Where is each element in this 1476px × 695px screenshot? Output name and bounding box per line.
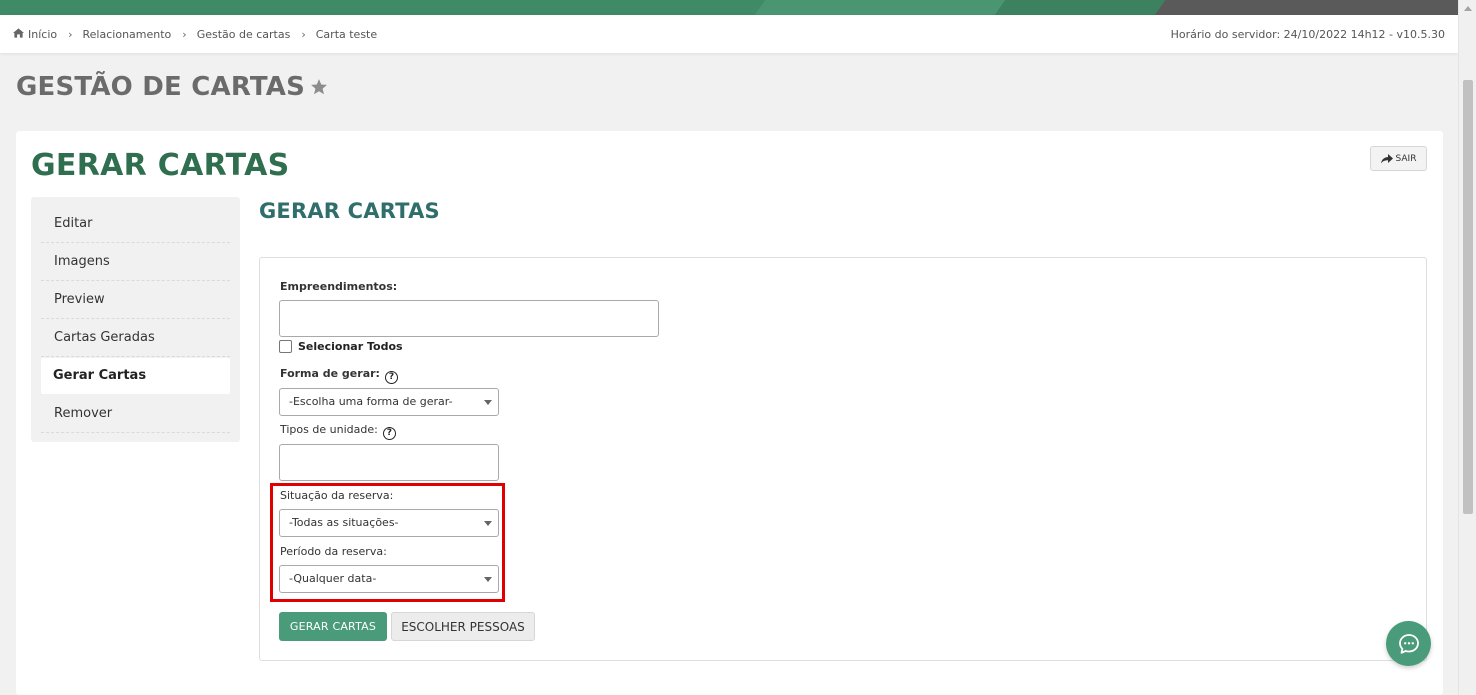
home-icon <box>13 28 24 38</box>
breadcrumb-item-relacionamento[interactable]: › Relacionamento <box>57 28 171 41</box>
breadcrumb-item-home[interactable]: Início <box>13 28 57 41</box>
top-bar-stripe <box>994 0 1176 15</box>
breadcrumb: Início › Relacionamento › Gestão de cart… <box>0 15 1458 53</box>
forma-de-gerar-value: -Escolha uma forma de gerar- <box>289 395 453 408</box>
main-card: GERAR CARTAS SAIR Editar Imagens Preview… <box>16 131 1443 695</box>
nav-item-gerar-cartas[interactable]: Gerar Cartas <box>41 358 230 394</box>
help-icon[interactable]: ? <box>382 427 396 440</box>
scrollbar-thumb[interactable] <box>1463 80 1473 514</box>
situacao-da-reserva-select[interactable]: -Todas as situações- <box>279 509 499 537</box>
breadcrumb-item-gestao-de-cartas[interactable]: › Gestão de cartas <box>171 28 290 41</box>
server-time: Horário do servidor: 24/10/2022 14h12 - … <box>1170 27 1445 41</box>
situacao-da-reserva-value: -Todas as situações- <box>289 516 399 529</box>
forma-de-gerar-label: Forma de gerar:? <box>280 367 398 384</box>
share-arrow-icon <box>1380 153 1393 163</box>
nav-item-editar[interactable]: Editar <box>41 205 230 243</box>
star-icon[interactable] <box>310 78 328 96</box>
chevron-right-icon: › <box>301 27 306 41</box>
scroll-up-arrow-icon[interactable] <box>1464 6 1472 11</box>
select-all-label: Selecionar Todos <box>298 340 403 353</box>
caret-down-icon <box>484 577 492 582</box>
breadcrumb-label: Relacionamento <box>82 27 172 41</box>
breadcrumb-label: Gestão de cartas <box>196 27 291 41</box>
forma-de-gerar-text: Forma de gerar: <box>280 367 380 380</box>
tipos-de-unidade-text: Tipos de unidade: <box>280 423 378 436</box>
page-scrollbar[interactable] <box>1458 0 1476 695</box>
chat-button[interactable] <box>1386 621 1431 666</box>
select-all-checkbox[interactable] <box>279 340 292 353</box>
periodo-da-reserva-label: Período da reserva: <box>280 545 387 558</box>
situacao-da-reserva-label: Situação da reserva: <box>280 489 394 502</box>
periodo-da-reserva-value: -Qualquer data- <box>289 572 377 585</box>
top-bar-stripe <box>1154 0 1458 15</box>
nav-item-imagens[interactable]: Imagens <box>41 243 230 281</box>
chat-bubble-icon <box>1398 633 1419 654</box>
section-title: GERAR CARTAS <box>259 199 440 223</box>
forma-de-gerar-select[interactable]: -Escolha uma forma de gerar- <box>279 388 499 416</box>
breadcrumb-label: Início <box>28 27 58 41</box>
periodo-da-reserva-select[interactable]: -Qualquer data- <box>279 565 499 593</box>
nav-item-remover[interactable]: Remover <box>41 395 230 433</box>
side-nav: Editar Imagens Preview Cartas Geradas Ge… <box>31 197 240 442</box>
chevron-right-icon: › <box>182 27 187 41</box>
empreendimentos-label: Empreendimentos: <box>280 280 398 293</box>
select-all-row[interactable]: Selecionar Todos <box>279 340 403 353</box>
nav-item-preview[interactable]: Preview <box>41 281 230 319</box>
page-title: GESTÃO DE CARTAS <box>16 72 306 102</box>
generate-form: Empreendimentos: Selecionar Todos Forma … <box>259 257 1427 661</box>
breadcrumb-item-carta-teste[interactable]: › Carta teste <box>290 28 377 41</box>
help-icon[interactable]: ? <box>384 371 398 384</box>
tipos-de-unidade-input[interactable] <box>279 444 499 481</box>
caret-down-icon <box>484 521 492 526</box>
exit-button[interactable]: SAIR <box>1370 146 1427 171</box>
caret-down-icon <box>484 400 492 405</box>
breadcrumb-label: Carta teste <box>315 27 378 41</box>
nav-item-cartas-geradas[interactable]: Cartas Geradas <box>41 319 230 357</box>
card-title: GERAR CARTAS <box>31 148 290 183</box>
tipos-de-unidade-label: Tipos de unidade:? <box>280 423 396 440</box>
page-header: GESTÃO DE CARTAS <box>16 72 328 102</box>
exit-button-label: SAIR <box>1395 153 1417 164</box>
top-bar-stripe <box>754 0 1006 15</box>
top-brand-bar <box>0 0 1458 15</box>
choose-people-button[interactable]: ESCOLHER PESSOAS <box>391 612 535 641</box>
empreendimentos-input[interactable] <box>279 300 659 337</box>
generate-letters-button[interactable]: GERAR CARTAS <box>279 612 387 641</box>
chevron-right-icon: › <box>68 27 73 41</box>
